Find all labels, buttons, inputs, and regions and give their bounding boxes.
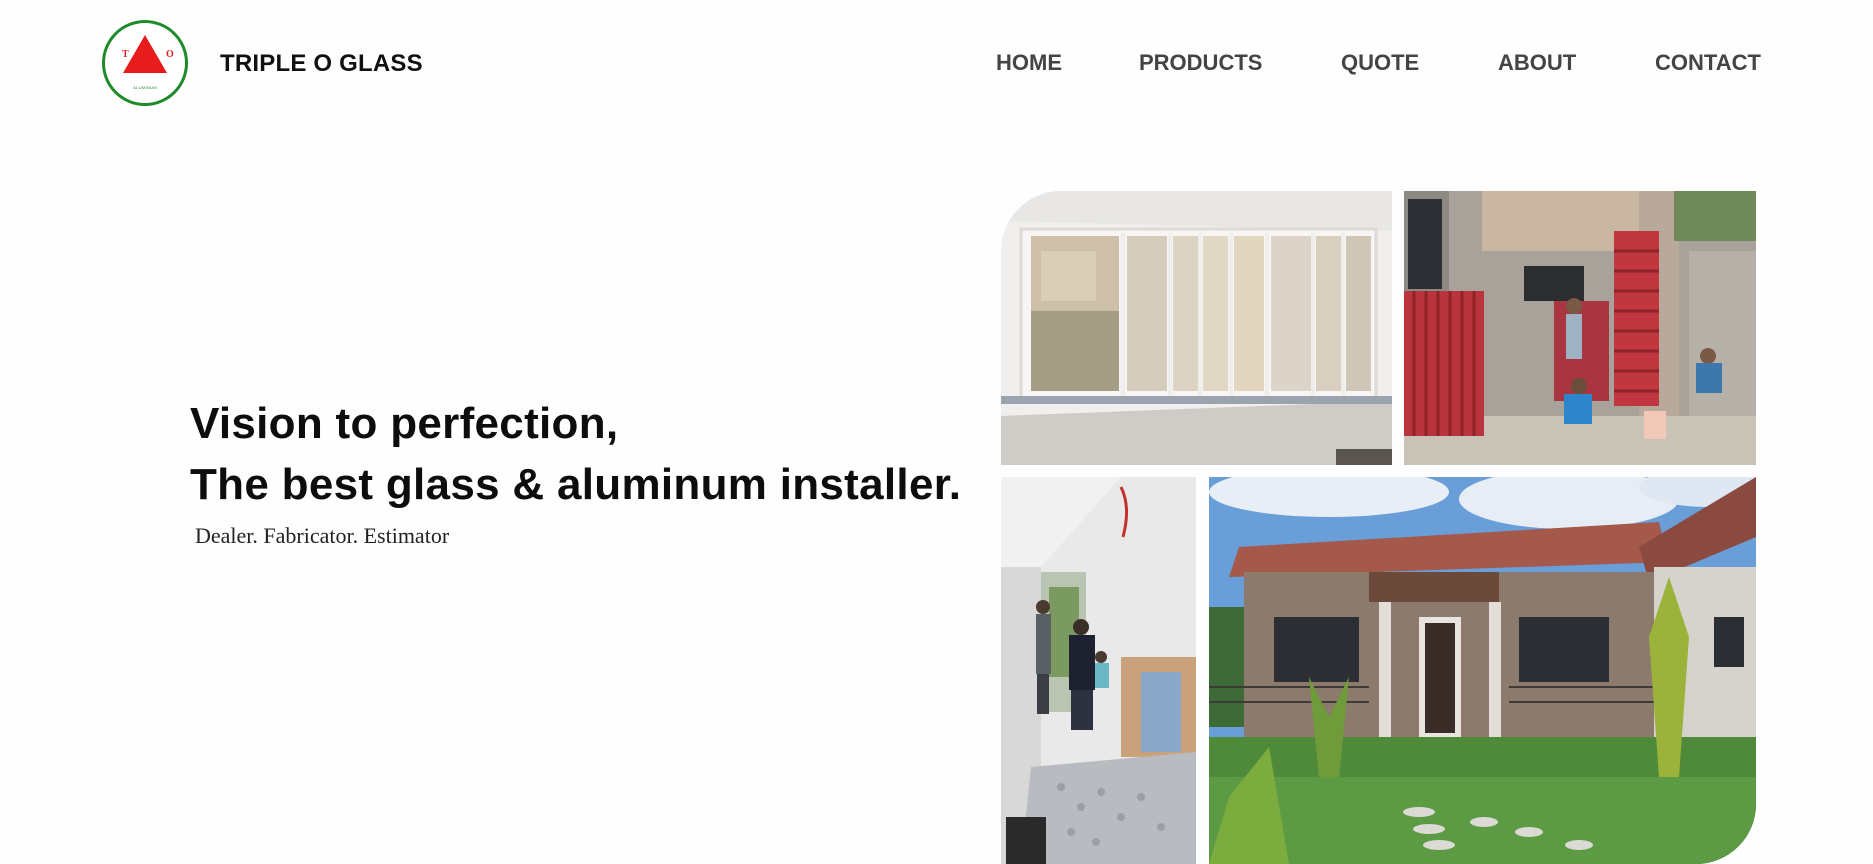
nav-about-link[interactable]: ABOUT: [1498, 50, 1576, 76]
hero-headline-line-1: Vision to perfection,: [190, 399, 619, 448]
logo-subtext: ALUMINUM: [133, 85, 157, 90]
nav-products-link[interactable]: PRODUCTS: [1139, 50, 1262, 76]
workers-interior-installation-photo: [1001, 477, 1196, 864]
nav-home-link[interactable]: HOME: [996, 50, 1062, 76]
red-gate-installation-photo: [1404, 191, 1756, 465]
hero-headline: Vision to perfection, The best glass & a…: [190, 393, 961, 515]
hero-headline-line-2: The best glass & aluminum installer.: [190, 460, 962, 509]
nav-contact-link[interactable]: CONTACT: [1655, 50, 1761, 76]
glass-sliding-doors-photo: [1001, 191, 1392, 465]
nav-quote-link[interactable]: QUOTE: [1341, 50, 1419, 76]
main-nav: HOME PRODUCTS QUOTE ABOUT CONTACT: [0, 50, 1873, 80]
site-header: T O ALUMINUM TRIPLE O GLASS HOME PRODUCT…: [0, 0, 1873, 130]
bungalow-house-exterior-photo: [1209, 477, 1756, 864]
hero-tagline: Dealer. Fabricator. Estimator: [195, 523, 450, 548]
